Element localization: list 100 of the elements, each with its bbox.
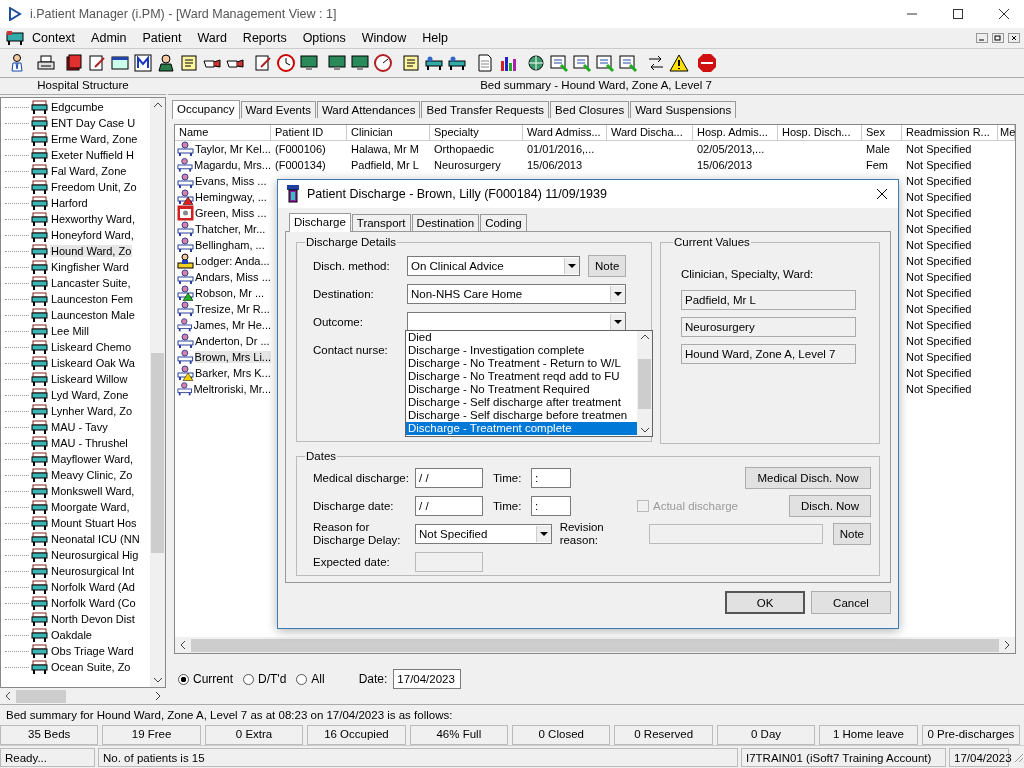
column-header[interactable]: Patient ID [271,125,347,141]
patient-name[interactable]: Tresize, Mr R... [195,303,270,315]
tab[interactable]: Destination [411,214,480,231]
menu-item[interactable]: Admin [83,31,135,45]
tree-item[interactable]: Mayflower Ward, [50,453,135,465]
tree-item[interactable]: Hexworthy Ward, [50,213,136,225]
tree-item[interactable]: Oakdale [50,629,93,641]
dropdown-option[interactable]: Discharge - Treatment complete [406,422,637,435]
monitor-icon[interactable] [327,53,347,73]
restore-icon[interactable] [992,33,1004,43]
tree-item[interactable]: Honeyford Ward, [50,229,135,241]
scroll-right-icon[interactable] [154,691,162,701]
column-header[interactable]: Me [998,125,1015,141]
pencil-paper-icon[interactable] [87,53,107,73]
patient-name[interactable]: Taylor, Mr Kel... [195,143,271,155]
radio-button[interactable] [243,673,254,685]
patient-name[interactable]: Evans, Miss ... [195,175,267,187]
gauge-icon[interactable] [373,53,393,73]
horizontal-scrollbar[interactable] [175,637,1015,653]
column-header[interactable]: Clinician [347,125,430,141]
dialog-button[interactable]: Cancel [811,591,891,614]
tree-item[interactable]: North Devon Dist [50,613,136,625]
tree-item[interactable]: Erme Ward, Zone [50,133,139,145]
scroll-up-icon[interactable] [152,101,163,109]
radio-button[interactable] [178,673,189,685]
book-icon[interactable] [64,53,84,73]
scroll-up-icon[interactable] [639,333,650,341]
patient-name[interactable]: Brown, Mrs Li... [194,351,271,363]
tree-item[interactable]: Neonatal ICU (NN [50,533,141,545]
patient-name[interactable]: Bellingham, ... [195,239,265,251]
scroll-down-icon[interactable] [152,676,163,684]
menu-item[interactable]: Ward [189,31,235,45]
tab[interactable]: Transport [351,214,411,231]
printer-icon[interactable] [36,53,56,73]
globe-icon[interactable] [526,53,546,73]
close-icon[interactable] [876,188,888,200]
dropdown-option[interactable]: Discharge - No Treatment - Return to W/L [406,357,637,370]
minimize-icon[interactable] [976,33,988,43]
dropdown-option[interactable]: Discharge - No Treatment reqd add to FU [406,370,637,383]
tab[interactable]: Occupancy [172,100,240,119]
resize-grip-icon[interactable] [1012,751,1024,763]
column-header[interactable]: Readmission R... [902,125,998,141]
menu-item[interactable]: Help [414,31,456,45]
tree-item[interactable]: Edgcumbe [50,101,105,113]
dialog-button[interactable]: OK [725,591,805,614]
tab[interactable]: Bed Closures [550,101,630,118]
tree-item[interactable]: Lyd Ward, Zone [50,389,130,401]
tree-item[interactable]: Liskeard Willow [50,373,129,385]
tab[interactable]: Discharge [289,213,351,232]
monitor-icon[interactable] [350,53,370,73]
note-button[interactable]: Note [588,255,627,277]
warning-icon[interactable] [669,53,689,73]
tree-item[interactable]: Launceston Male [50,309,136,321]
dropdown-field[interactable]: On Clinical Advice [407,256,580,276]
tree-item[interactable]: Exeter Nuffield H [50,149,135,161]
menu-item[interactable]: Reports [234,31,295,45]
form-icon[interactable] [595,53,615,73]
menu-item[interactable]: Patient [134,31,190,45]
form-icon[interactable] [572,53,592,73]
scroll-left-icon[interactable] [179,640,187,650]
dropdown-option[interactable]: Discharge - Self discharge after treatment [406,396,637,409]
note-button[interactable]: Note [832,523,871,545]
tree-item[interactable]: Obs Triage Ward [50,645,135,657]
tree-item[interactable]: Mount Stuart Hos [50,517,138,529]
doctor-icon[interactable] [156,53,176,73]
clock-icon[interactable] [276,53,296,73]
patient-name[interactable]: Barker, Mrs K... [195,367,271,379]
tree-item[interactable]: Meavy Clinic, Zo [50,469,134,481]
tree-item[interactable]: Norfolk Ward (Ad [50,581,136,593]
menu-item[interactable]: Context [24,31,84,45]
patient-name[interactable]: Thatcher, Mr... [195,223,266,235]
medical-disch-now-button[interactable]: Medical Disch. Now [745,467,871,489]
tab[interactable]: Ward Suspensions [630,101,737,118]
dropdown-field[interactable]: Non-NHS Care Home [407,284,626,304]
radio-label[interactable]: All [311,672,325,686]
tree-item[interactable]: Liskeard Chemo [50,341,133,353]
tree-item[interactable]: Harford [50,197,89,209]
date-field[interactable]: 17/04/2023 [393,669,462,689]
patient-name[interactable]: Andars, Miss ... [195,271,271,283]
tab[interactable]: Ward Attendances [316,101,421,118]
patient-name[interactable]: Lodger: Anda... [195,255,270,267]
patient-name[interactable]: Green, Miss ... [195,207,267,219]
column-header[interactable]: Hosp. Admis... [693,125,778,141]
radio-label[interactable]: Current [193,672,233,686]
patient-name[interactable]: Hemingway, ... [195,191,267,203]
letter-m-icon[interactable] [133,53,153,73]
form-icon[interactable] [549,53,569,73]
vertical-scrollbar[interactable] [150,98,165,687]
note-icon[interactable] [401,53,421,73]
exit-sign-icon[interactable] [697,53,717,73]
tree-item[interactable]: Liskeard Oak Wa [50,357,136,369]
radio-button[interactable] [296,673,308,685]
dropdown-option[interactable]: Discharge - Investigation complete [406,344,637,357]
tree-item[interactable]: Launceston Fem [50,293,134,305]
tab[interactable]: Ward Events [240,101,316,118]
tree-item[interactable]: Kingfisher Ward [50,261,130,273]
tree-item[interactable]: ENT Day Case U [50,117,137,129]
tab[interactable]: Coding [480,214,527,231]
document-icon[interactable] [475,53,495,73]
tree-item[interactable]: Neurosurgical Int [50,565,136,577]
